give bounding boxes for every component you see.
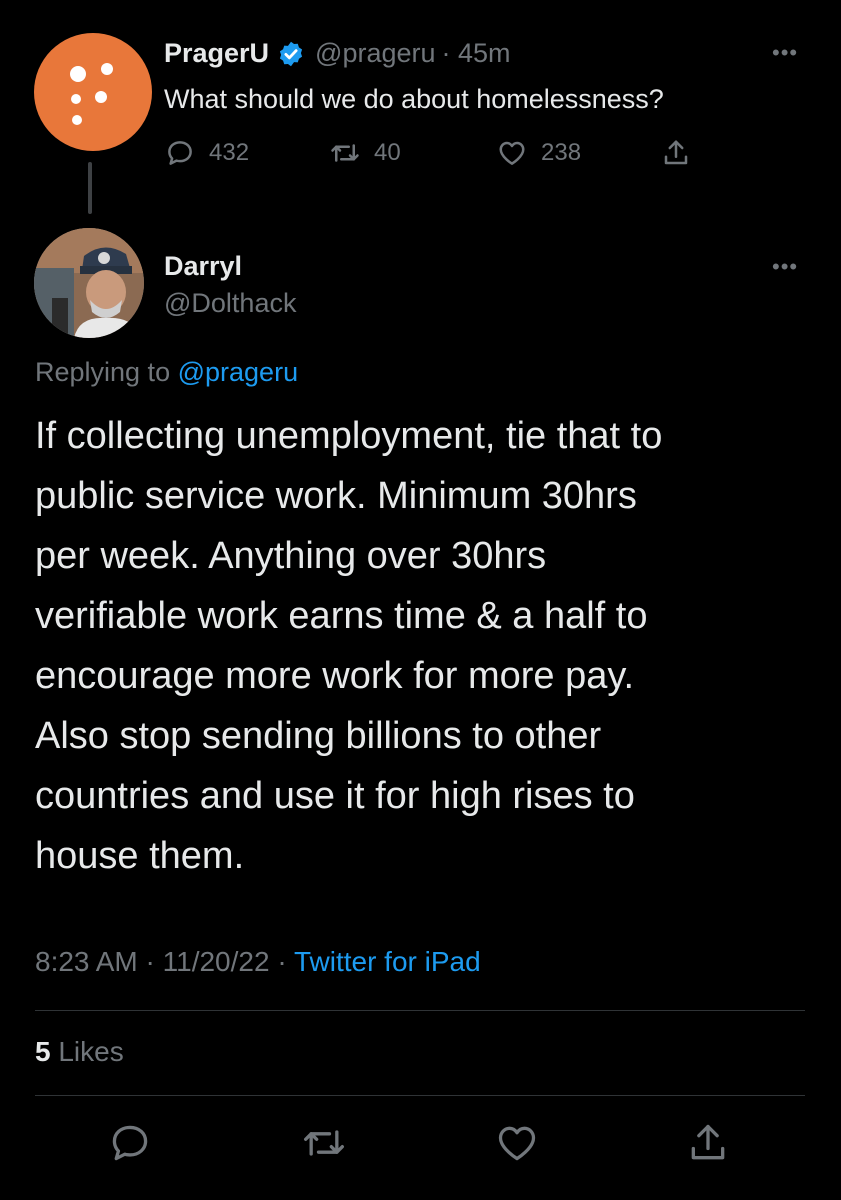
parent-share-button[interactable] [661, 138, 691, 168]
share-button[interactable] [686, 1121, 730, 1170]
darryl-avatar[interactable] [34, 228, 144, 338]
reply-icon [112, 1125, 148, 1161]
verified-badge-icon [279, 41, 303, 66]
tweet-date[interactable]: 11/20/22 [163, 946, 270, 977]
parent-reply-button[interactable]: 432 [165, 138, 249, 168]
retweet-icon [304, 1130, 344, 1156]
like-button[interactable] [495, 1121, 539, 1170]
parent-tweet-time[interactable]: · 45m [442, 38, 511, 69]
likes-count: 5 [35, 1036, 51, 1067]
replying-to-label: Replying to [35, 357, 171, 387]
reply-button[interactable] [108, 1121, 152, 1170]
tweet-time[interactable]: 8:23 AM [35, 946, 138, 977]
reply-author-handle[interactable]: @Dolthack [164, 288, 296, 319]
divider [35, 1095, 805, 1096]
tweet-source-link[interactable]: Twitter for iPad [294, 946, 481, 977]
replying-to-handle-link[interactable]: @prageru [178, 357, 298, 387]
prageru-logo-icon [70, 63, 113, 125]
parent-like-count: 238 [541, 139, 582, 166]
tweet-timestamp-line: 8:23 AM · 11/20/22 · Twitter for iPad [35, 946, 481, 977]
reply-tweet-text: If collecting unemployment, tie that to … [35, 415, 663, 877]
replying-to-line: Replying to @prageru [35, 357, 298, 388]
retweet-icon [331, 144, 359, 162]
parent-reply-count: 432 [209, 139, 250, 166]
likes-label: Likes [58, 1036, 124, 1067]
heart-icon [498, 1126, 536, 1161]
profile-photo [34, 228, 144, 338]
parent-author-handle[interactable]: @prageru [315, 38, 435, 69]
parent-like-button[interactable]: 238 [497, 138, 581, 168]
reply-icon [168, 141, 192, 165]
thread-connector-line [88, 162, 92, 214]
retweet-button[interactable] [302, 1121, 346, 1170]
parent-retweet-button[interactable]: 40 [330, 138, 401, 168]
parent-more-options-icon[interactable]: ••• [772, 40, 798, 66]
likes-summary[interactable]: 5 Likes [35, 1036, 124, 1068]
heart-icon [499, 141, 525, 165]
parent-tweet-header: PragerU @prageru · 45m [164, 38, 511, 69]
reply-more-options-icon[interactable]: ••• [772, 254, 798, 280]
parent-author-name[interactable]: PragerU [164, 38, 269, 69]
reply-author-name[interactable]: Darryl [164, 251, 242, 282]
share-icon [664, 140, 688, 165]
parent-tweet-text: What should we do about homelessness? [164, 84, 664, 114]
share-icon [691, 1124, 725, 1160]
prageru-avatar[interactable] [34, 33, 152, 151]
divider [35, 1010, 805, 1011]
parent-retweet-count: 40 [374, 139, 401, 166]
